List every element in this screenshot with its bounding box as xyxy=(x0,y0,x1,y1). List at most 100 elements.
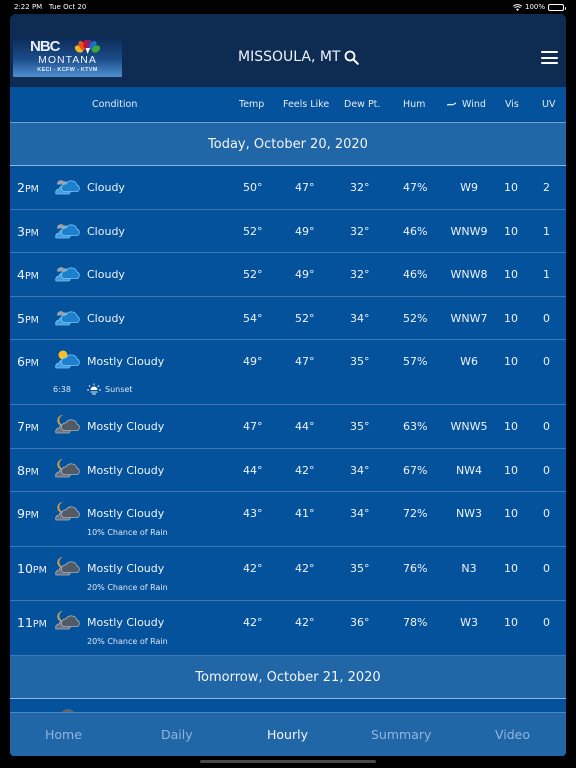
row-hour: 7PM xyxy=(17,419,39,434)
row-humidity: 63% xyxy=(403,420,428,433)
search-icon[interactable] xyxy=(344,50,360,65)
mostly-cloudy-moon-icon xyxy=(54,414,82,439)
weather-app: NBC MONTANA KECI - KCFW - KTVM MISSOULA,… xyxy=(10,14,566,756)
row-condition: Mostly Cloudy xyxy=(87,420,165,433)
row-dew-point: 35° xyxy=(350,420,370,433)
bottom-tab-bar: Home Daily Hourly Summary Video xyxy=(10,712,566,756)
mostly-cloudy-moon-icon xyxy=(54,610,82,635)
hourly-row[interactable]: 9PM Mostly Cloudy 43° 41° 34° 72% NW3 10… xyxy=(10,492,566,547)
row-uv: 0 xyxy=(543,561,550,575)
hourly-row[interactable]: 3PM Cloudy 52° 49° 32° 46% WNW9 10 1 xyxy=(10,209,566,253)
row-feels-like: 49° xyxy=(295,224,315,238)
row-visibility: 10 xyxy=(504,507,518,520)
row-dew-point: 34° xyxy=(350,463,370,477)
row-temp: 42° xyxy=(243,616,263,629)
row-feels-like: 44° xyxy=(295,420,315,433)
hourly-row[interactable]: 10PM Mostly Cloudy 42° 42° 35° 76% N3 10… xyxy=(10,546,566,601)
tab-video[interactable]: Video xyxy=(495,727,530,742)
row-dew-point: 35° xyxy=(350,355,370,368)
mostly-cloudy-moon-icon xyxy=(54,501,82,526)
rain-chance-note: 20% Chance of Rain xyxy=(87,582,168,592)
tab-summary[interactable]: Summary xyxy=(371,727,431,742)
row-humidity: 47% xyxy=(403,181,428,194)
row-visibility: 10 xyxy=(504,181,518,194)
row-wind: WNW7 xyxy=(450,311,488,325)
home-indicator[interactable] xyxy=(200,760,376,763)
row-feels-like: 42° xyxy=(295,616,315,629)
row-uv: 0 xyxy=(543,507,550,520)
tab-daily[interactable]: Daily xyxy=(161,727,193,742)
hourly-row[interactable]: 8PM Mostly Cloudy 44° 42° 34° 67% NW4 10… xyxy=(10,448,566,492)
row-feels-like: 41° xyxy=(295,507,315,520)
row-dew-point: 34° xyxy=(350,507,370,520)
row-condition: Cloudy xyxy=(87,224,125,238)
cloudy-icon xyxy=(54,175,82,200)
status-bar: 2:22 PM Tue Oct 20 100% xyxy=(0,0,576,14)
row-dew-point: 35° xyxy=(350,561,370,575)
row-hour: 3PM xyxy=(17,223,39,239)
row-feels-like: 52° xyxy=(295,311,315,325)
cloudy-icon xyxy=(54,262,82,287)
col-wind: Wind xyxy=(447,99,486,110)
hamburger-menu-icon[interactable] xyxy=(541,51,558,64)
row-hour: 8PM xyxy=(17,462,39,478)
logo-callsigns: KECI - KCFW - KTVM xyxy=(37,67,98,73)
row-visibility: 10 xyxy=(504,224,518,238)
row-wind: W3 xyxy=(460,616,478,629)
row-visibility: 10 xyxy=(504,463,518,477)
row-feels-like: 49° xyxy=(295,268,315,281)
row-condition: Mostly Cloudy xyxy=(87,463,165,477)
row-feels-like: 47° xyxy=(295,181,315,194)
hourly-row[interactable]: 11PM Mostly Cloudy 42° 42° 36° 78% W3 10… xyxy=(10,601,566,656)
tab-home[interactable]: Home xyxy=(45,727,82,742)
mostly-cloudy-moon-icon xyxy=(54,556,82,581)
sunset-label: Sunset xyxy=(105,385,133,394)
hourly-row[interactable]: 2PM Cloudy 50° 47° 32° 47% W9 10 2 xyxy=(10,166,566,210)
hourly-row[interactable]: 4PM Cloudy 52° 49° 32° 46% WNW8 10 1 xyxy=(10,253,566,297)
row-wind: N3 xyxy=(461,561,477,575)
wind-icon xyxy=(447,102,456,106)
status-right: 100% xyxy=(512,3,566,11)
row-temp: 44° xyxy=(243,463,263,477)
row-wind: W9 xyxy=(460,181,478,194)
row-feels-like: 42° xyxy=(295,561,315,575)
row-hour: 10PM xyxy=(17,560,47,576)
battery-percent: 100% xyxy=(524,3,545,11)
row-wind: WNW5 xyxy=(450,420,488,433)
mostly-cloudy-moon-icon xyxy=(54,458,82,483)
row-temp: 47° xyxy=(243,420,263,433)
column-headers: Condition Temp Feels Like Dew Pt. Hum Wi… xyxy=(10,87,566,123)
row-visibility: 10 xyxy=(504,561,518,575)
row-uv: 1 xyxy=(543,224,550,238)
tab-hourly[interactable]: Hourly xyxy=(267,727,308,742)
row-wind: NW3 xyxy=(455,507,483,520)
hourly-row[interactable]: 7PM Mostly Cloudy 47° 44° 35° 63% WNW5 1… xyxy=(10,405,566,449)
col-condition: Condition xyxy=(92,99,138,110)
nbc-montana-logo[interactable]: NBC MONTANA KECI - KCFW - KTVM xyxy=(13,37,122,77)
col-temp: Temp xyxy=(239,99,265,110)
row-condition: Mostly Cloudy xyxy=(87,616,165,629)
status-time: 2:22 PM Tue Oct 20 xyxy=(14,3,87,11)
hourly-row[interactable]: 6PM Mostly Cloudy 49° 47° 35° 57% W6 10 … xyxy=(10,340,566,405)
hourly-row[interactable]: 5PM Cloudy 54° 52° 34° 52% WNW7 10 0 xyxy=(10,296,566,340)
row-wind: WNW9 xyxy=(450,224,488,238)
row-dew-point: 32° xyxy=(350,224,370,238)
row-dew-point: 36° xyxy=(350,616,370,629)
rain-chance-note: 20% Chance of Rain xyxy=(87,637,168,646)
row-hour: 9PM xyxy=(17,506,39,521)
col-vis: Vis xyxy=(505,99,519,110)
location-search[interactable]: MISSOULA, MT xyxy=(238,49,360,65)
row-humidity: 67% xyxy=(403,463,428,477)
location-name: MISSOULA, MT xyxy=(238,49,341,65)
col-uv: UV xyxy=(542,99,556,110)
row-uv: 0 xyxy=(543,311,550,325)
row-humidity: 52% xyxy=(403,311,428,325)
row-temp: 52° xyxy=(243,268,263,281)
hourly-list[interactable]: Today, October 20, 2020 2PM Cloudy 50° 4… xyxy=(10,123,566,712)
row-hour: 6PM xyxy=(17,354,39,369)
row-uv: 0 xyxy=(543,463,550,477)
row-visibility: 10 xyxy=(504,268,518,281)
row-uv: 2 xyxy=(543,181,550,194)
row-humidity: 76% xyxy=(403,561,428,575)
row-condition: Cloudy xyxy=(87,268,125,281)
